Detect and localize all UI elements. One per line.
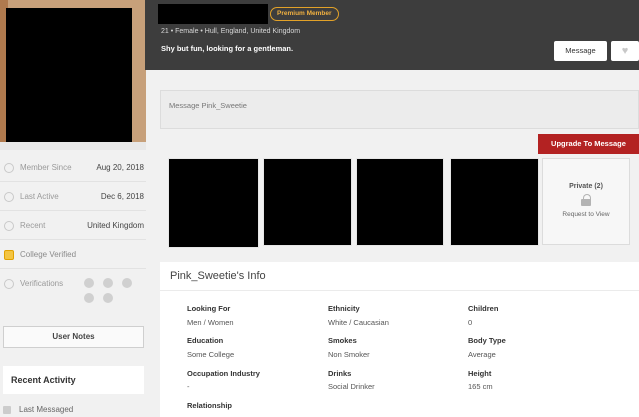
profile-photo-redacted xyxy=(6,8,132,142)
info-title: Pink_Sweetie's Info xyxy=(170,270,266,282)
graduation-cap-icon xyxy=(4,249,14,260)
profile-tagline: Shy but fun, looking for a gentleman. xyxy=(161,44,294,53)
clock-icon xyxy=(4,191,14,202)
linkedin-icon xyxy=(122,278,132,288)
field-label-smokes: Smokes xyxy=(328,336,357,345)
private-photos-card[interactable]: Private (2) Request to View xyxy=(542,158,630,245)
premium-badge: Premium Member xyxy=(270,7,339,21)
username-redacted xyxy=(158,4,268,24)
sidebar-row-member-since: Member Since Aug 20, 2018 xyxy=(0,154,146,182)
person-icon xyxy=(4,162,14,173)
verification-icons xyxy=(84,278,134,303)
field-value-looking-for: Men / Women xyxy=(187,318,234,327)
instagram-icon xyxy=(103,278,113,288)
recent-activity-heading: Recent Activity xyxy=(3,366,144,394)
info-panel: Pink_Sweetie's Info Looking For Men / Wo… xyxy=(160,262,639,417)
location-pin-icon xyxy=(4,220,14,231)
photo-thumbnail-1[interactable] xyxy=(168,158,259,248)
request-to-view-link[interactable]: Request to View xyxy=(543,211,629,218)
user-notes-button[interactable]: User Notes xyxy=(3,326,144,348)
photo-thumbnail-2[interactable] xyxy=(263,158,352,246)
check-circle-icon xyxy=(4,279,14,289)
field-value-drinks: Social Drinker xyxy=(328,382,375,391)
user-id-icon xyxy=(84,293,94,303)
field-value-occupation-industry: - xyxy=(187,382,190,391)
facebook-icon xyxy=(84,278,94,288)
field-label-children: Children xyxy=(468,304,499,313)
field-label-occupation-industry: Occupation Industry xyxy=(187,369,260,378)
lock-icon xyxy=(581,194,591,206)
field-value-body-type: Average xyxy=(468,350,496,359)
message-button[interactable]: Message xyxy=(554,41,607,61)
field-value-ethnicity: White / Caucasian xyxy=(328,318,389,327)
field-label-relationship: Relationship xyxy=(187,401,233,410)
field-label-looking-for: Looking For xyxy=(187,304,231,313)
profile-sidebar: Member Since Aug 20, 2018 Last Active De… xyxy=(0,0,150,417)
field-label-drinks: Drinks xyxy=(328,369,352,378)
field-label-body-type: Body Type xyxy=(468,336,506,345)
message-icon xyxy=(3,405,11,414)
sidebar-row-recent: Recent United Kingdom xyxy=(0,212,146,240)
private-photos-count: Private (2) xyxy=(569,183,603,190)
last-messaged-row: Last Messaged xyxy=(3,402,144,417)
message-input[interactable]: Message Pink_Sweetie xyxy=(160,90,639,129)
profile-photo[interactable] xyxy=(0,0,146,150)
sidebar-row-college-verified: College Verified xyxy=(0,241,146,269)
field-label-height: Height xyxy=(468,369,492,378)
photo-thumbnail-3[interactable] xyxy=(356,158,444,246)
heart-icon: ♥ xyxy=(621,45,629,57)
field-value-education: Some College xyxy=(187,350,235,359)
divider xyxy=(160,290,639,291)
field-label-education: Education xyxy=(187,336,224,345)
profile-header: Premium Member 21 • Female • Hull, Engla… xyxy=(145,0,639,70)
field-value-children: 0 xyxy=(468,318,473,327)
upgrade-to-message-button[interactable]: Upgrade To Message xyxy=(538,134,639,154)
photo-thumbnail-4[interactable] xyxy=(450,158,539,246)
profile-meta: 21 • Female • Hull, England, United King… xyxy=(161,28,301,35)
field-value-height: 165 cm xyxy=(468,382,493,391)
sidebar-row-last-active: Last Active Dec 6, 2018 xyxy=(0,183,146,211)
field-label-ethnicity: Ethnicity xyxy=(328,304,360,313)
favorite-button[interactable]: ♥ xyxy=(611,41,639,61)
field-value-smokes: Non Smoker xyxy=(328,350,370,359)
phone-icon xyxy=(103,293,113,303)
